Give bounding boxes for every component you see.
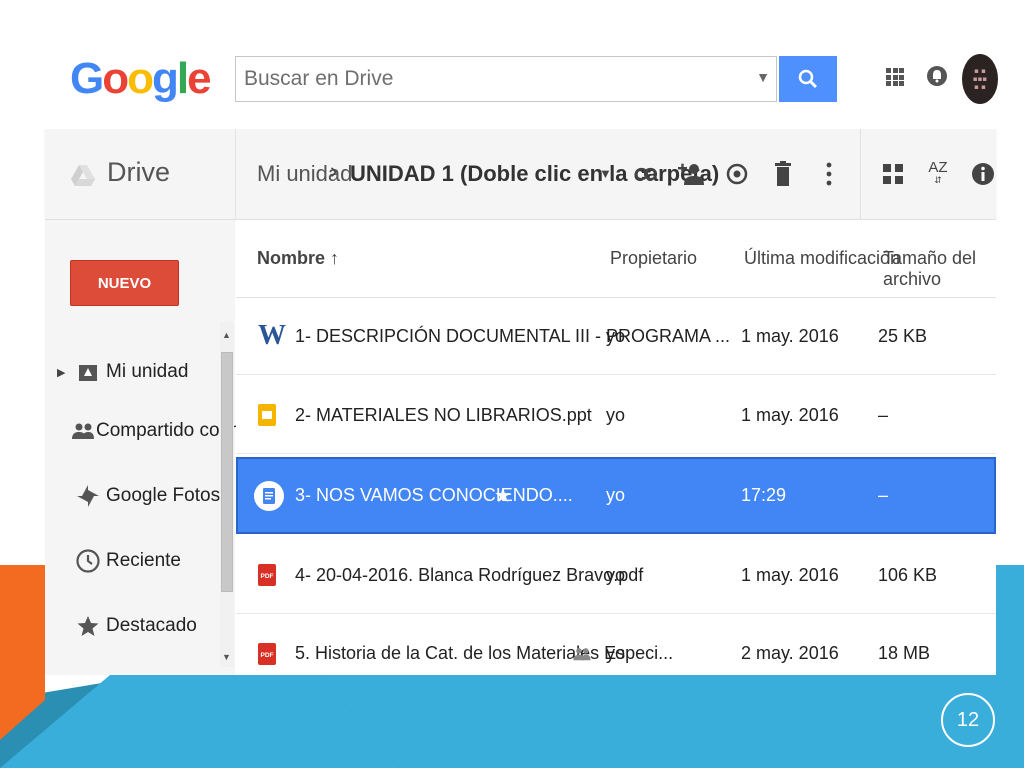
new-button[interactable]: NUEVO [70, 260, 179, 306]
file-name: 3- NOS VAMOS CONOCIENDO.... [295, 485, 573, 505]
file-modified: 1 may. 2016 [741, 325, 839, 346]
file-size: – [878, 404, 889, 425]
file-row[interactable]: W 1- DESCRIPCIÓN DOCUMENTAL III - PROGRA… [236, 298, 996, 375]
file-owner: yo [606, 564, 626, 585]
column-header-name[interactable]: Nombre ↑ [257, 248, 339, 269]
breadcrumb-separator: › [330, 158, 338, 183]
scroll-up-icon[interactable]: ▲ [222, 330, 231, 340]
file-owner: yo [606, 325, 626, 346]
file-size: 106 KB [878, 564, 938, 585]
pdf-icon: PDF [258, 537, 276, 613]
clock-icon [72, 549, 104, 573]
delete-button[interactable] [766, 156, 800, 192]
pinwheel-icon [72, 485, 104, 507]
grid-view-icon [883, 164, 903, 184]
search-input[interactable] [236, 57, 752, 101]
word-icon: W [258, 320, 286, 351]
grid-view-button[interactable] [876, 156, 910, 192]
column-header-modified[interactable]: Última modificación [744, 248, 900, 269]
docs-icon [254, 459, 284, 532]
sidebar-item-label: Google Fotos [106, 485, 221, 506]
file-modified: 2 may. 2016 [741, 643, 839, 663]
info-icon [972, 163, 994, 185]
file-row[interactable]: PDF 4- 20-04-2016. Blanca Rodríguez Brav… [236, 537, 996, 614]
chevron-down-icon[interactable]: ▼ [599, 166, 612, 181]
file-owner: yo [606, 485, 626, 505]
file-size: – [878, 485, 889, 505]
file-name: 1- DESCRIPCIÓN DOCUMENTAL III - PROGRAMA… [295, 325, 731, 346]
expand-arrow-icon[interactable]: ▶ [57, 366, 65, 379]
slide-page-number: 12 [941, 693, 995, 747]
svg-text:PDF: PDF [261, 652, 274, 659]
share-button[interactable] [674, 156, 708, 192]
column-header-owner[interactable]: Propietario [610, 248, 697, 269]
search-options-icon[interactable]: ▼ [756, 69, 770, 85]
pdf-icon: PDF [258, 615, 276, 692]
toolbar-divider-right [860, 129, 861, 219]
sidebar-item-label: Destacado [106, 615, 197, 636]
drive-title[interactable]: Drive [107, 157, 170, 188]
google-logo[interactable]: Google [70, 54, 212, 104]
sidebar-item-label: Reciente [106, 550, 181, 571]
starred-star-icon[interactable]: ★ [494, 459, 512, 532]
file-row[interactable]: PDF 5. Historia de la Cat. de los Materi… [236, 615, 996, 675]
file-size: 18 MB [878, 643, 931, 663]
sidebar-scrollbar-thumb[interactable] [221, 352, 233, 592]
column-header-size[interactable]: Tamaño del archivo [883, 248, 1024, 290]
file-name: 4- 20-04-2016. Blanca Rodríguez Bravo.pd… [295, 564, 644, 585]
file-name: 2- MATERIALES NO LIBRARIOS.ppt [295, 404, 592, 425]
slides-icon [258, 377, 276, 453]
more-vert-icon [826, 162, 832, 186]
search-box[interactable]: ▼ [235, 56, 777, 102]
sidebar-item-recent[interactable]: Reciente [60, 541, 230, 581]
sort-az-icon: AZ [928, 159, 948, 176]
file-owner: yo [606, 643, 626, 663]
file-modified: 1 may. 2016 [741, 404, 839, 425]
column-header-name-label: Nombre [257, 248, 326, 268]
details-button[interactable] [966, 156, 1000, 192]
file-owner: yo [606, 404, 626, 425]
trash-icon [775, 161, 791, 186]
file-row-selected[interactable]: 3- NOS VAMOS CONOCIENDO.... ★ yo 17:29 – [236, 457, 996, 534]
sort-arrows-icon: ⇵ [934, 175, 942, 185]
sort-arrow-icon: ↑ [330, 248, 340, 268]
get-link-button[interactable] [629, 156, 663, 192]
breadcrumb-current-folder[interactable]: UNIDAD 1 (Doble clic en la carpeta) [350, 161, 719, 187]
account-avatar[interactable]: ▪ ▪ ▪▪▪ ▪ ▪ [962, 54, 998, 104]
file-size: 25 KB [878, 325, 928, 346]
drive-folder-icon [72, 363, 104, 381]
sidebar-item-starred[interactable]: Destacado [60, 606, 230, 646]
eye-icon [726, 163, 748, 185]
file-modified: 17:29 [741, 485, 787, 505]
link-icon [635, 167, 657, 181]
file-modified: 1 may. 2016 [741, 564, 839, 585]
drive-logo-icon [71, 165, 95, 186]
sidebar-item-photos[interactable]: Google Fotos [60, 476, 230, 516]
toolbar-divider [235, 129, 236, 219]
preview-button[interactable] [720, 156, 754, 192]
sidebar-item-my-drive[interactable]: ▶ Mi unidad [57, 352, 230, 392]
sidebar-item-label: Mi unidad [106, 361, 189, 382]
avatar-picture: ▪ ▪ ▪▪▪ ▪ ▪ [972, 67, 988, 91]
star-icon [72, 615, 104, 637]
sidebar-item-shared[interactable]: Compartido conmigo [60, 411, 271, 451]
apps-grid-icon[interactable] [886, 68, 904, 86]
more-actions-button[interactable] [812, 156, 846, 192]
breadcrumb-root[interactable]: Mi unidad [257, 161, 352, 187]
search-icon [798, 69, 818, 89]
notifications-bell-icon[interactable] [926, 64, 948, 90]
scroll-down-icon[interactable]: ▼ [222, 652, 231, 662]
shared-people-icon [573, 615, 591, 692]
people-icon [72, 422, 94, 440]
add-person-icon [678, 163, 704, 185]
file-row[interactable]: 2- MATERIALES NO LIBRARIOS.ppt yo 1 may.… [236, 377, 996, 454]
svg-text:PDF: PDF [261, 573, 274, 580]
sort-options-button[interactable]: AZ ⇵ [921, 156, 955, 192]
search-button[interactable] [779, 56, 837, 102]
